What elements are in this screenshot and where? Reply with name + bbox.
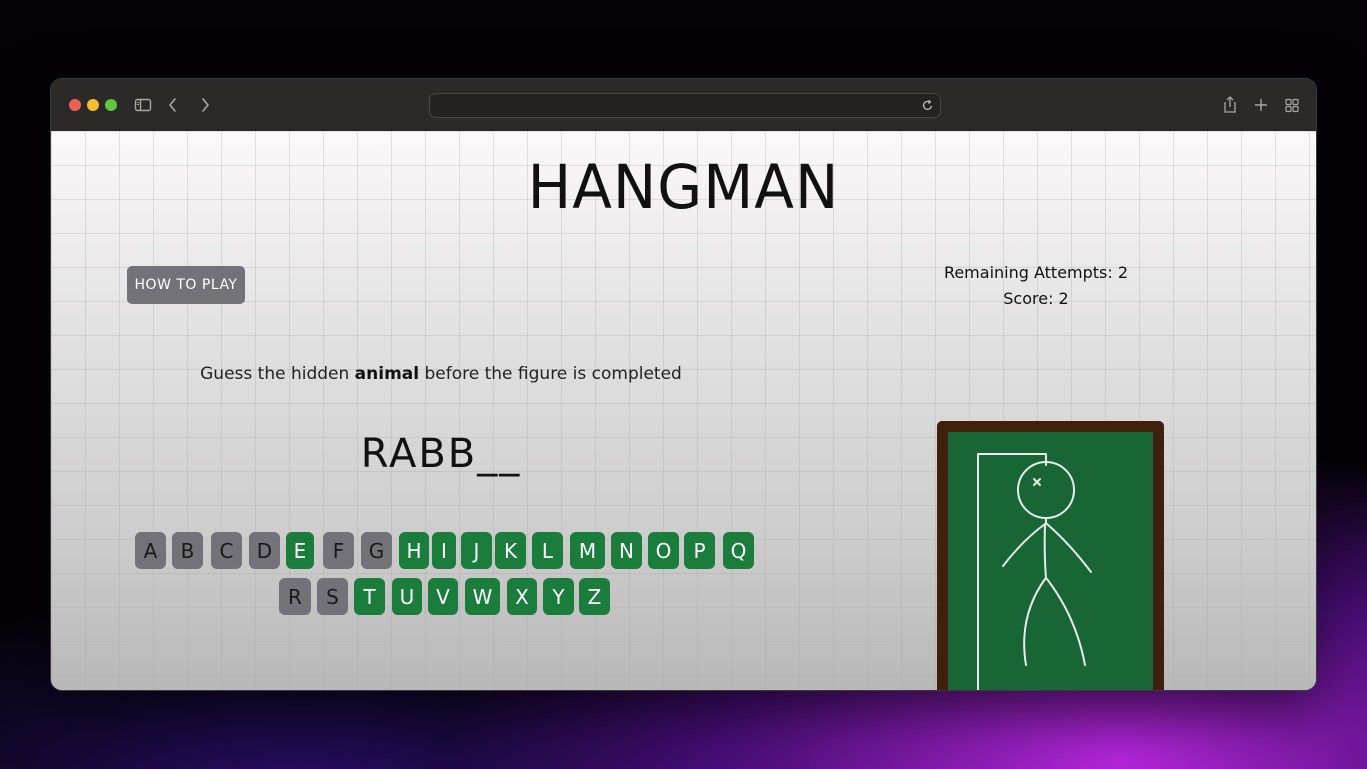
browser-window: HANGMAN HOW TO PLAY Remaining Attempts: … [50, 78, 1317, 691]
letter-key-p[interactable]: P [684, 532, 715, 569]
instruction-category: animal [354, 364, 420, 384]
instruction-prefix: Guess the hidden [200, 364, 350, 384]
letter-key-c[interactable]: C [211, 532, 242, 569]
hangman-board [937, 421, 1164, 690]
figure-eye [1033, 478, 1041, 486]
share-icon[interactable] [1221, 92, 1239, 118]
reload-icon[interactable] [922, 97, 934, 117]
chalkboard [948, 432, 1153, 690]
letter-key-h[interactable]: H [399, 532, 429, 569]
letter-key-n[interactable]: N [611, 532, 642, 569]
figure-right-leg [1046, 578, 1086, 666]
close-window-button[interactable] [69, 99, 81, 111]
how-to-play-button[interactable]: HOW TO PLAY [127, 266, 245, 304]
letter-key-x[interactable]: X [507, 578, 537, 615]
letter-key-q[interactable]: Q [723, 532, 754, 569]
letter-key-w[interactable]: W [465, 578, 500, 615]
hangman-figure [977, 453, 1092, 690]
browser-toolbar [51, 79, 1316, 131]
letter-key-k[interactable]: K [495, 532, 526, 569]
figure-left-leg [1023, 578, 1046, 666]
letter-key-m[interactable]: M [570, 532, 605, 569]
address-bar[interactable] [429, 93, 941, 118]
back-icon[interactable] [165, 92, 181, 118]
letter-key-e[interactable]: E [286, 532, 314, 569]
new-tab-icon[interactable] [1252, 92, 1270, 118]
letter-key-y[interactable]: Y [543, 578, 574, 615]
letter-key-u[interactable]: U [392, 578, 422, 615]
letter-key-j[interactable]: J [461, 532, 492, 569]
letter-key-r[interactable]: R [279, 578, 311, 615]
sidebar-icon[interactable] [133, 92, 153, 118]
figure-body [1043, 523, 1047, 580]
score: Score: 2 [1003, 289, 1069, 308]
letter-key-v[interactable]: V [428, 578, 458, 615]
game-title: HANGMAN [527, 151, 840, 223]
zoom-window-button[interactable] [105, 99, 117, 111]
game-page: HANGMAN HOW TO PLAY Remaining Attempts: … [51, 131, 1316, 690]
letter-key-z[interactable]: Z [579, 578, 610, 615]
figure-right-arm [1046, 523, 1092, 573]
remaining-attempts: Remaining Attempts: 2 [943, 263, 1129, 282]
letter-key-i[interactable]: I [432, 532, 456, 569]
game-stats: Remaining Attempts: 2 Score: 2 [901, 260, 1171, 312]
instruction-text: Guess the hidden animal before the figur… [111, 364, 771, 384]
letter-key-t[interactable]: T [354, 578, 385, 615]
letter-key-a[interactable]: A [135, 532, 166, 569]
letter-key-g[interactable]: G [361, 532, 392, 569]
forward-icon[interactable] [197, 92, 213, 118]
letter-key-s[interactable]: S [317, 578, 348, 615]
letter-key-f[interactable]: F [323, 532, 354, 569]
letter-key-b[interactable]: B [172, 532, 203, 569]
figure-left-arm [1002, 523, 1046, 567]
hidden-word: RABB__ [360, 431, 522, 477]
tab-overview-icon[interactable] [1283, 92, 1301, 118]
minimize-window-button[interactable] [87, 99, 99, 111]
figure-head [1017, 461, 1075, 519]
letter-key-d[interactable]: D [249, 532, 280, 569]
instruction-suffix: before the figure is completed [424, 364, 682, 384]
letter-key-l[interactable]: L [532, 532, 563, 569]
letter-key-o[interactable]: O [648, 532, 679, 569]
